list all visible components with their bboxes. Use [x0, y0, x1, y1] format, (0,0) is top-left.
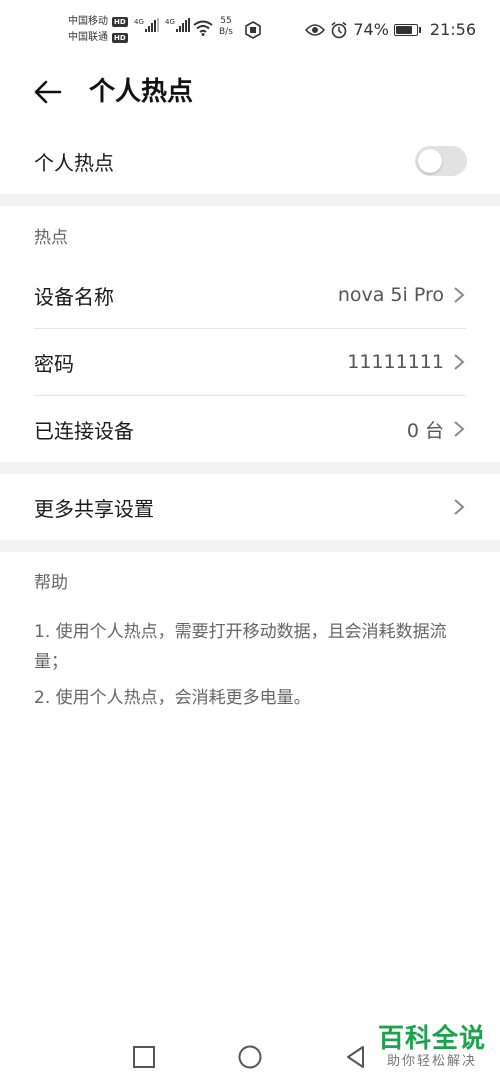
app-header: 个人热点: [0, 62, 500, 122]
hotspot-toggle-label: 个人热点: [34, 150, 114, 175]
page-title: 个人热点: [89, 77, 194, 107]
status-time: 21:56: [429, 20, 476, 39]
battery-percent: 74%: [353, 20, 389, 39]
carrier-1-label: 中国移动: [68, 16, 108, 27]
home-circle-icon[interactable]: [237, 1044, 263, 1070]
password-row[interactable]: 密码 11111111: [0, 329, 500, 395]
eye-icon: [305, 23, 326, 36]
battery-icon: [393, 23, 418, 36]
device-name-row[interactable]: 设备名称 nova 5i Pro: [0, 262, 500, 328]
network-speed: 55 B/s: [219, 16, 233, 38]
status-bar: 中国移动 HD 中国联通 HD 4G 4G 55 B/s 74% 21:56: [0, 0, 500, 62]
toggle-knob: [418, 149, 442, 173]
carrier-info: 中国移动 HD 中国联通 HD: [68, 14, 128, 46]
connected-devices-row[interactable]: 已连接设备 0 台: [0, 396, 500, 462]
chevron-right-icon: [454, 499, 465, 515]
connected-devices-label: 已连接设备: [34, 418, 134, 443]
hotspot-section-title: 热点: [34, 228, 68, 248]
watermark-logo: 百科全说 助你轻松解决: [378, 1024, 486, 1070]
signal-icon: 4G: [165, 18, 190, 32]
hd-badge: HD: [112, 17, 128, 27]
watermark-title: 百科全说: [377, 1024, 486, 1054]
chevron-right-icon: [454, 421, 465, 437]
status-right-group: 74% 21:56: [305, 20, 476, 39]
section-separator: [0, 194, 500, 206]
hotspot-toggle-switch[interactable]: [415, 146, 467, 176]
carrier-2-label: 中国联通: [68, 32, 108, 43]
battery-fill: [395, 25, 413, 34]
battery-tip: [418, 26, 421, 33]
password-value: 11111111: [347, 351, 444, 373]
password-label: 密码: [34, 351, 74, 376]
device-name-value: nova 5i Pro: [337, 284, 444, 306]
chevron-right-icon: [454, 354, 465, 370]
network-type-2: 4G: [165, 18, 175, 26]
recents-square-icon[interactable]: [131, 1044, 157, 1070]
help-section-title: 帮助: [34, 573, 68, 593]
signal-icon: 4G: [134, 18, 159, 32]
network-type-1: 4G: [134, 18, 144, 26]
chevron-right-icon: [454, 287, 465, 303]
connected-devices-value: 0 台: [406, 419, 444, 442]
help-line-2: 2. 使用个人热点，会消耗更多电量。: [34, 688, 311, 708]
speed-value: 55: [220, 16, 232, 26]
section-separator: [0, 462, 500, 474]
speed-unit: B/s: [219, 27, 233, 37]
alarm-icon: [331, 21, 347, 38]
section-separator: [0, 540, 500, 552]
shield-icon: [245, 21, 261, 39]
wifi-icon: [193, 20, 213, 36]
more-sharing-settings-label: 更多共享设置: [34, 496, 154, 521]
help-line-1: 1. 使用个人热点，需要打开移动数据，且会消耗数据流量；: [34, 622, 447, 672]
back-triangle-icon[interactable]: [343, 1044, 369, 1070]
watermark-subtitle: 助你轻松解决: [386, 1054, 477, 1069]
more-sharing-settings-row[interactable]: 更多共享设置: [0, 474, 500, 540]
back-arrow-icon[interactable]: [30, 74, 66, 110]
hd-badge: HD: [112, 33, 128, 43]
device-name-label: 设备名称: [34, 284, 114, 309]
hotspot-toggle-row[interactable]: 个人热点: [0, 128, 500, 194]
